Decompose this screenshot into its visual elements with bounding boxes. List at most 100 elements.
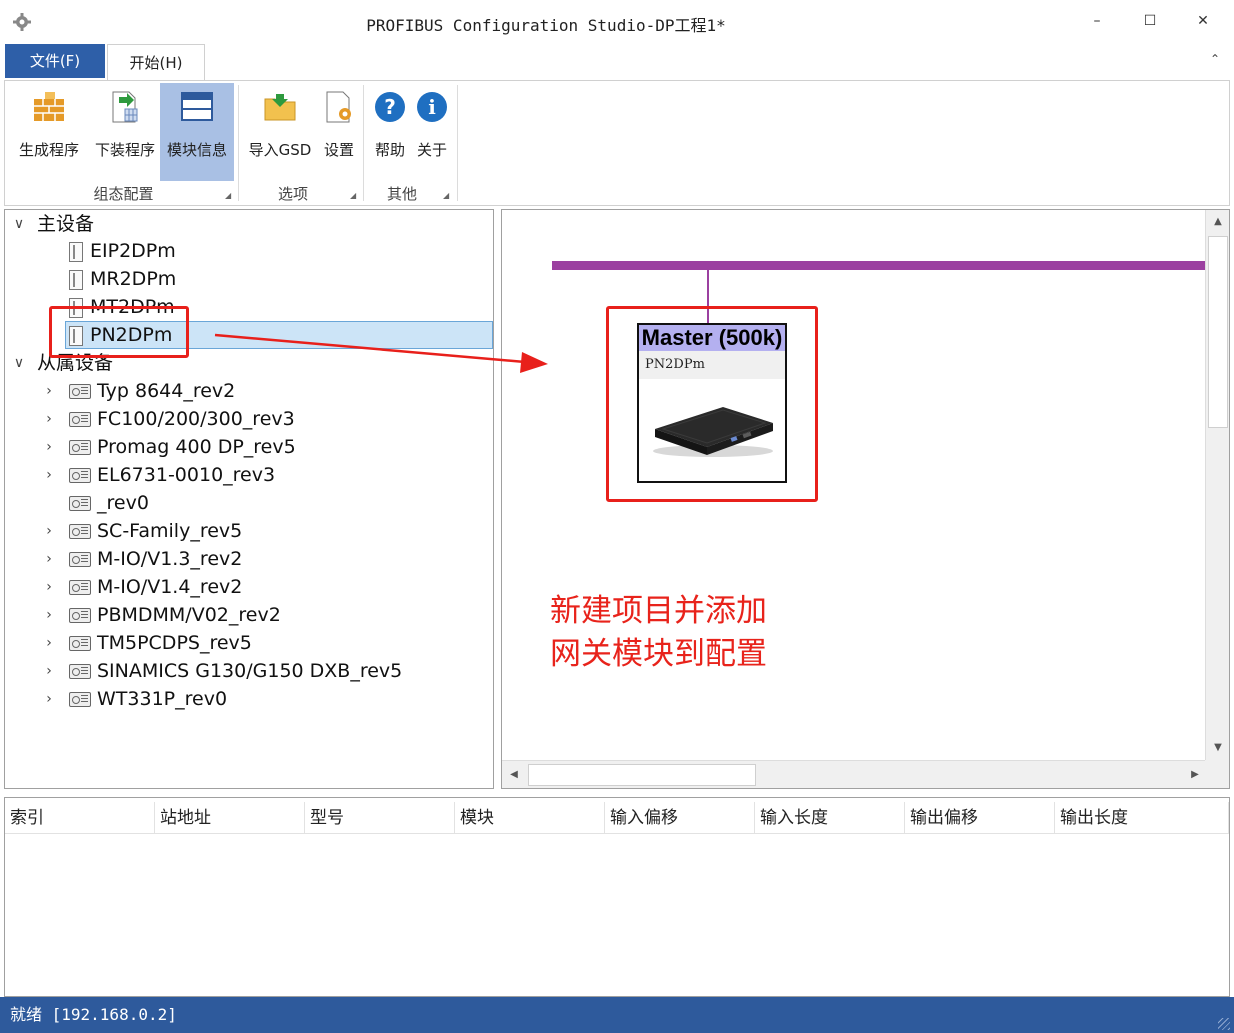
device-icon: [69, 270, 83, 290]
note-line-1: 新建项目并添加: [550, 593, 767, 629]
tree-item-master[interactable]: MR2DPm: [5, 265, 493, 293]
scroll-left-icon[interactable]: ◀: [502, 763, 526, 787]
column-header[interactable]: 型号: [305, 802, 455, 834]
collapse-ribbon-icon[interactable]: ⌃: [1210, 52, 1220, 66]
title-bar: PROFIBUS Configuration Studio-DP工程1* – ☐…: [0, 0, 1234, 42]
column-header[interactable]: 输入偏移: [605, 802, 755, 834]
tree-label: SC-Family_rev5: [97, 520, 243, 542]
slave-module-icon: [69, 580, 91, 595]
about-label: 关于: [416, 141, 447, 159]
column-header[interactable]: 模块: [455, 802, 605, 834]
chevron-right-icon[interactable]: ›: [41, 517, 57, 545]
generate-program-label: 生成程序: [18, 141, 79, 159]
document-gear-icon: [326, 91, 351, 123]
status-bar: 就绪 [192.168.0.2]: [0, 997, 1234, 1033]
svg-text:i: i: [428, 95, 436, 119]
tree-label: 主设备: [37, 213, 95, 235]
scroll-down-icon[interactable]: ▼: [1206, 736, 1229, 760]
tree-label: TM5PCDPS_rev5: [97, 632, 252, 654]
dialog-launcher-icon[interactable]: ◢: [225, 191, 231, 200]
ribbon-tabs: 文件(F) 开始(H) ⌃: [0, 42, 1234, 80]
tab-start[interactable]: 开始(H): [107, 44, 205, 80]
chevron-right-icon[interactable]: ›: [41, 461, 57, 489]
chevron-right-icon[interactable]: ›: [41, 377, 57, 405]
slave-module-icon: [69, 664, 91, 679]
horizontal-scrollbar[interactable]: ◀ ▶: [502, 760, 1207, 788]
group-separator: [363, 85, 364, 201]
chevron-down-icon[interactable]: ∨: [11, 210, 27, 238]
chevron-right-icon[interactable]: ›: [41, 629, 57, 657]
tree-item-slave[interactable]: › TM5PCDPS_rev5: [5, 629, 493, 657]
help-question-icon: ?: [375, 92, 405, 122]
maximize-button[interactable]: ☐: [1135, 8, 1165, 34]
module-info-button[interactable]: 模块信息: [160, 83, 234, 181]
settings-label: 设置: [323, 141, 354, 159]
column-header[interactable]: 输出偏移: [905, 802, 1055, 834]
minimize-button[interactable]: –: [1082, 8, 1112, 34]
tree-item-slave[interactable]: › Promag 400 DP_rev5: [5, 433, 493, 461]
tree-node-masters[interactable]: ∨ 主设备: [5, 210, 493, 238]
device-tree: ∨ 主设备 EIP2DPm MR2DPm MT2DPm PN2DPm ∨ 从属设…: [4, 209, 494, 789]
download-document-icon: [112, 91, 138, 123]
highlight-tree-box: [49, 306, 189, 358]
column-header[interactable]: 输出长度: [1055, 802, 1229, 834]
chevron-right-icon[interactable]: ›: [41, 545, 57, 573]
tree-item-slave[interactable]: › SC-Family_rev5: [5, 517, 493, 545]
about-button[interactable]: i 关于: [411, 83, 453, 181]
tree-item-slave[interactable]: › WT331P_rev0: [5, 685, 493, 713]
group-separator: [457, 85, 458, 201]
scroll-up-icon[interactable]: ▲: [1206, 210, 1229, 234]
window-title: PROFIBUS Configuration Studio-DP工程1*: [366, 16, 726, 35]
dialog-launcher-icon[interactable]: ◢: [443, 191, 449, 200]
chevron-down-icon[interactable]: ∨: [11, 349, 27, 377]
chevron-right-icon[interactable]: ›: [41, 433, 57, 461]
chevron-right-icon[interactable]: ›: [41, 657, 57, 685]
download-program-button[interactable]: 下装程序: [89, 83, 161, 181]
chevron-right-icon[interactable]: ›: [41, 685, 57, 713]
config-canvas[interactable]: Master (500k) PN2DPm 新建项目并添加 网关模块到配置 ▲ ▼…: [501, 209, 1230, 789]
tree-label: PBMDMM/V02_rev2: [97, 604, 281, 626]
annotation-note: 新建项目并添加 网关模块到配置: [550, 590, 870, 676]
import-gsd-label: 导入GSD: [248, 141, 312, 159]
column-header[interactable]: 输入长度: [755, 802, 905, 834]
group-label-other: 其他: [386, 185, 417, 203]
dialog-launcher-icon[interactable]: ◢: [350, 191, 356, 200]
vertical-scroll-thumb[interactable]: [1208, 236, 1228, 428]
tab-file[interactable]: 文件(F): [5, 44, 105, 78]
column-header[interactable]: 索引: [5, 802, 155, 834]
import-gsd-button[interactable]: 导入GSD: [243, 83, 317, 181]
help-button[interactable]: ? 帮助: [369, 83, 411, 181]
chevron-right-icon[interactable]: ›: [41, 405, 57, 433]
tree-item-slave[interactable]: › Typ 8644_rev2: [5, 377, 493, 405]
tree-label: EIP2DPm: [90, 240, 176, 262]
tree-label: FC100/200/300_rev3: [97, 408, 295, 430]
slave-module-icon: [69, 496, 91, 511]
tree-item-slave[interactable]: › SINAMICS G130/G150 DXB_rev5: [5, 657, 493, 685]
tree-item-slave[interactable]: › PBMDMM/V02_rev2: [5, 601, 493, 629]
tree-item-slave[interactable]: › EL6731-0010_rev3: [5, 461, 493, 489]
close-button[interactable]: ✕: [1188, 8, 1218, 34]
resize-grip-icon[interactable]: [1218, 1018, 1230, 1030]
note-line-2: 网关模块到配置: [550, 636, 767, 672]
chevron-right-icon[interactable]: ›: [41, 573, 57, 601]
settings-button[interactable]: 设置: [318, 83, 360, 181]
tree-item-master[interactable]: EIP2DPm: [5, 237, 493, 265]
scroll-right-icon[interactable]: ▶: [1183, 763, 1207, 787]
tree-item-slave[interactable]: › M-IO/V1.3_rev2: [5, 545, 493, 573]
vertical-scrollbar[interactable]: ▲ ▼: [1205, 210, 1229, 760]
tree-item-slave[interactable]: › M-IO/V1.4_rev2: [5, 573, 493, 601]
tree-item-slave[interactable]: _rev0: [5, 489, 493, 517]
tree-label: EL6731-0010_rev3: [97, 464, 276, 486]
slave-module-icon: [69, 524, 91, 539]
generate-program-button[interactable]: 生成程序: [13, 83, 85, 181]
tree-item-slave[interactable]: › FC100/200/300_rev3: [5, 405, 493, 433]
chevron-right-icon[interactable]: ›: [41, 601, 57, 629]
horizontal-scroll-thumb[interactable]: [528, 764, 756, 786]
slave-module-icon: [69, 384, 91, 399]
column-header[interactable]: 站地址: [155, 802, 305, 834]
tree-label: MR2DPm: [90, 268, 177, 290]
highlight-master-box: [606, 306, 818, 502]
brick-wall-icon: [34, 92, 64, 121]
folder-import-icon: [264, 94, 296, 121]
download-program-label: 下装程序: [94, 141, 155, 159]
